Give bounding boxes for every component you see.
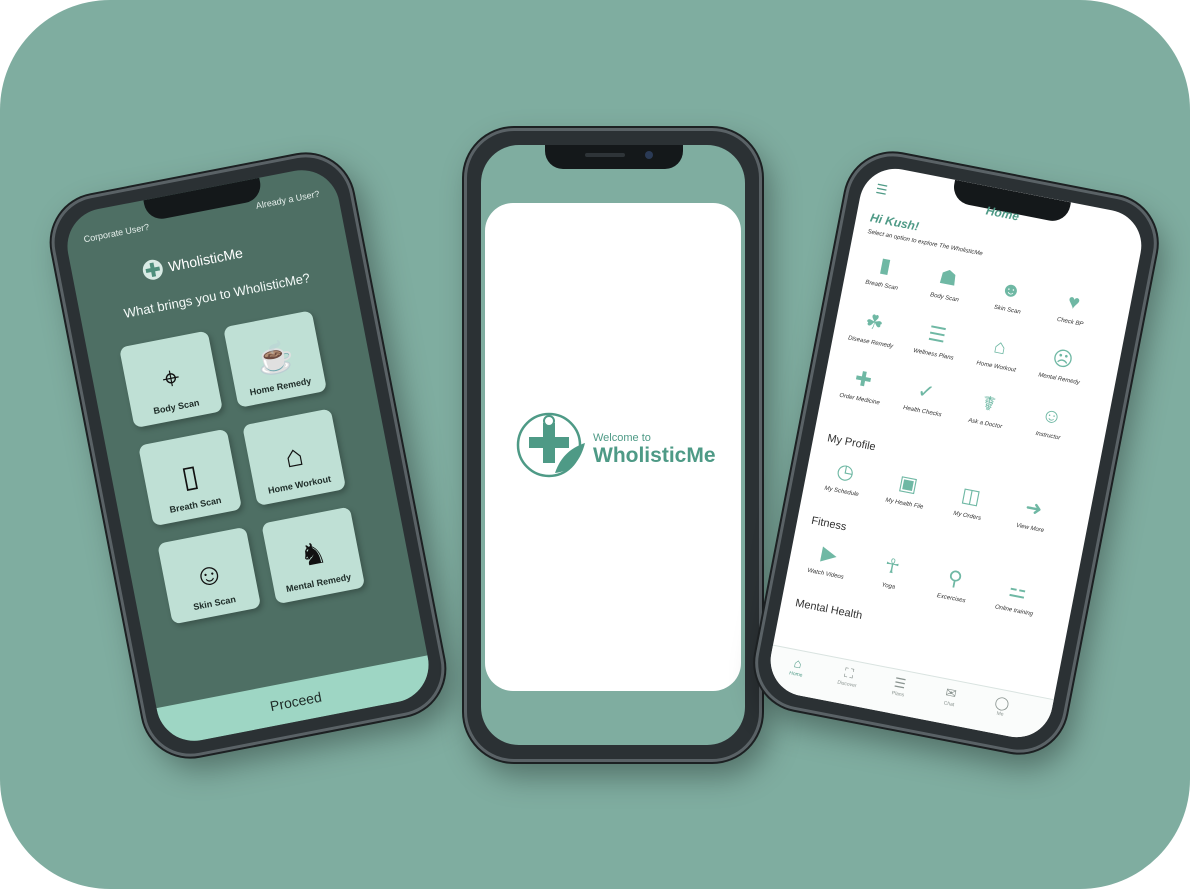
- service-breath-scan[interactable]: ▮ Breath Scan: [852, 251, 917, 295]
- welcome-caption: Welcome to: [593, 432, 651, 444]
- service-check-bp[interactable]: ♥ Check BP: [1040, 287, 1105, 331]
- front-camera-icon: [645, 151, 653, 159]
- service-home-workout[interactable]: ⌂ Home Workout: [966, 332, 1031, 376]
- service-order-medicine[interactable]: ✚ Order Medicine: [829, 364, 894, 408]
- fitness-online-training[interactable]: ⚍ Online training: [984, 576, 1049, 620]
- profile-health-file[interactable]: ▣ My Health File: [874, 469, 939, 513]
- service-skin-scan[interactable]: ☻ Skin Scan: [977, 275, 1042, 319]
- fitness-watch-videos[interactable]: ▶ Watch Videos: [795, 539, 860, 583]
- tab-chat[interactable]: ✉ Chat: [929, 683, 972, 711]
- logo-cross-icon: [141, 258, 165, 282]
- tile-skin-scan[interactable]: ☺ Skin Scan: [157, 526, 262, 625]
- showcase-background: Corporate User? Already a User? Wholisti…: [0, 0, 1190, 889]
- logo-text: WholisticMe: [166, 244, 245, 275]
- tile-mental-remedy[interactable]: ♞ Mental Remedy: [261, 506, 366, 605]
- speaker-grille: [585, 153, 625, 157]
- tile-label: Body Scan: [152, 397, 201, 417]
- onboarding-screen: Corporate User? Already a User? Wholisti…: [60, 163, 436, 748]
- already-user-link[interactable]: Already a User?: [255, 189, 320, 211]
- skin-scan-icon: ☺: [190, 555, 228, 595]
- service-health-checks[interactable]: ✓ Health Checks: [892, 377, 957, 421]
- bottom-tab-bar: ⌂ Home ⛶ Discover ☰ Plans ✉ Chat ◯ Me: [764, 644, 1054, 744]
- corporate-user-link[interactable]: Corporate User?: [83, 222, 150, 245]
- welcome-brand: WholisticMe: [593, 444, 716, 467]
- tile-label: Mental Remedy: [285, 571, 352, 595]
- fitness-yoga[interactable]: ☥ Yoga: [858, 551, 923, 595]
- tile-breath-scan[interactable]: ▯ Breath Scan: [138, 428, 243, 527]
- phone-notch: [545, 145, 683, 169]
- section-mental-health: Mental Health: [794, 597, 864, 622]
- tile-label: Skin Scan: [192, 594, 237, 613]
- tile-label: Home Workout: [267, 473, 332, 496]
- tile-label: Breath Scan: [168, 495, 223, 515]
- breathalyzer-icon: ▯: [178, 459, 202, 495]
- mental-head-icon: ♞: [296, 536, 330, 574]
- proceed-button[interactable]: Proceed: [156, 655, 436, 748]
- body-scan-icon: ⌖: [159, 360, 183, 397]
- home-workout-icon: ⌂: [282, 438, 307, 475]
- service-ask-doctor[interactable]: ☤ Ask a Doctor: [955, 389, 1020, 433]
- tile-home-workout[interactable]: ⌂ Home Workout: [242, 408, 347, 507]
- wholisticme-logo-icon: [516, 412, 585, 478]
- splash-card: Welcome to WholisticMe: [485, 203, 741, 691]
- tile-home-remedy[interactable]: ☕ Home Remedy: [223, 310, 328, 408]
- service-mental-remedy[interactable]: ☹ Mental Remedy: [1029, 344, 1094, 388]
- greeting-subtitle: Select an option to explore The Wholisti…: [866, 229, 984, 258]
- phone-home: ☰ Home Hi Kush! Select an option to expl…: [746, 145, 1166, 761]
- service-body-scan[interactable]: ☗ Body Scan: [914, 263, 979, 307]
- service-wellness-plans[interactable]: ☰ Wellness Plans: [903, 320, 968, 364]
- phone-notch: [143, 177, 264, 222]
- service-disease-remedy[interactable]: ☘ Disease Remedy: [840, 307, 905, 351]
- phone-splash: Welcome to WholisticMe: [464, 128, 762, 762]
- tab-discover[interactable]: ⛶ Discover: [827, 663, 870, 691]
- home-screen: ☰ Home Hi Kush! Select an option to expl…: [764, 162, 1148, 744]
- tab-plans[interactable]: ☰ Plans: [878, 673, 921, 701]
- tab-me[interactable]: ◯ Me: [980, 693, 1023, 721]
- tile-body-scan[interactable]: ⌖ Body Scan: [119, 330, 224, 429]
- mortar-bowl-icon: ☕: [253, 338, 297, 379]
- phone-onboarding: Corporate User? Already a User? Wholisti…: [43, 146, 453, 765]
- profile-view-more[interactable]: ➜ View More: [1000, 493, 1065, 537]
- section-fitness: Fitness: [810, 514, 848, 534]
- section-my-profile: My Profile: [826, 432, 877, 454]
- profile-my-schedule[interactable]: ◷ My Schedule: [811, 457, 876, 501]
- tab-home[interactable]: ⌂ Home: [776, 653, 819, 681]
- tile-label: Home Remedy: [248, 375, 313, 398]
- fitness-exercises[interactable]: ⚲ Excercises: [921, 564, 986, 608]
- profile-my-orders[interactable]: ◫ My Orders: [937, 481, 1002, 525]
- app-logo: WholisticMe: [141, 242, 245, 282]
- splash-screen: Welcome to WholisticMe: [481, 145, 745, 745]
- service-instructor[interactable]: ☺ Instructor: [1018, 401, 1083, 445]
